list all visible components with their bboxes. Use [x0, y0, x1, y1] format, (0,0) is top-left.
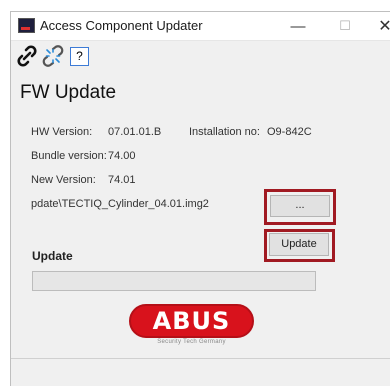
- close-button[interactable]: ✕: [363, 12, 390, 40]
- page-title: FW Update: [20, 82, 117, 103]
- file-path: pdate\TECTIQ_Cylinder_04.01.img2: [31, 198, 209, 210]
- highlight-box: [264, 189, 336, 225]
- bundle-version-label: Bundle version:: [31, 150, 107, 162]
- hw-version-value: 07.01.01.B: [108, 126, 162, 138]
- minimize-button[interactable]: —: [276, 12, 320, 40]
- logo-tagline: Security Tech Germany: [157, 339, 226, 345]
- toolbar: ?: [11, 41, 390, 73]
- logo-brand: ABUS: [152, 307, 231, 335]
- abus-logo: ABUS Security Tech Germany: [129, 304, 254, 356]
- update-section-label: Update: [32, 249, 73, 263]
- app-window: Access Component Updater — ☐ ✕ ? FW Upda…: [10, 11, 390, 386]
- app-icon: [18, 18, 35, 33]
- divider: [11, 358, 390, 359]
- maximize-button[interactable]: ☐: [323, 12, 367, 40]
- window-title: Access Component Updater: [40, 18, 203, 33]
- title-bar: Access Component Updater — ☐ ✕: [11, 12, 390, 41]
- progress-bar: [32, 271, 316, 291]
- highlight-box: [264, 229, 335, 262]
- help-button[interactable]: ?: [70, 47, 89, 66]
- installation-label: Installation no:: [189, 126, 260, 138]
- hw-version-label: HW Version:: [31, 126, 93, 138]
- logo-badge: ABUS: [129, 304, 254, 338]
- bundle-version-value: 74.00: [108, 150, 136, 162]
- installation-value: O9-842C: [267, 126, 312, 138]
- unlink-icon[interactable]: [41, 44, 65, 68]
- new-version-value: 74.01: [108, 174, 136, 186]
- link-icon[interactable]: [15, 44, 39, 68]
- new-version-label: New Version:: [31, 174, 96, 186]
